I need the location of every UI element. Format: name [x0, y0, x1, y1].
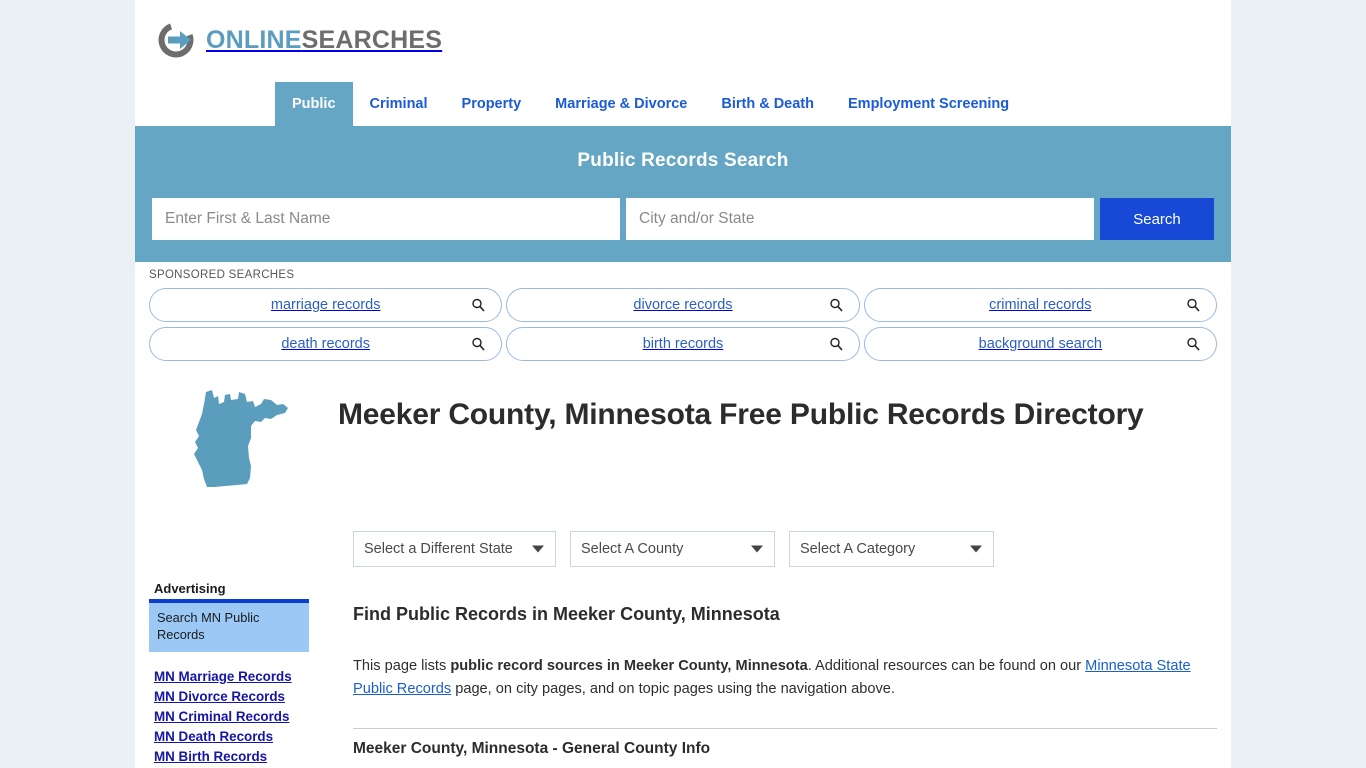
tab-public[interactable]: Public: [275, 82, 353, 126]
intro-paragraph: This page lists public record sources in…: [353, 655, 1217, 700]
logo-wordmark: ONLINESEARCHES: [206, 26, 442, 55]
sponsored-searches-label: SPONSORED SEARCHES: [149, 269, 295, 281]
intro-text-part3: page, on city pages, and on topic pages …: [451, 680, 895, 697]
city-state-search-input[interactable]: [626, 198, 1094, 240]
intro-text-part2: . Additional resources can be found on o…: [807, 658, 1086, 674]
sidebar-link-mn-criminal-records[interactable]: MN Criminal Records: [154, 709, 309, 724]
chevron-down-icon: [751, 545, 763, 553]
logo-word-searches: SEARCHES: [301, 25, 443, 54]
magnifier-icon: [829, 337, 843, 351]
banner-title: Public Records Search: [577, 150, 789, 171]
site-header: ONLINESEARCHES: [135, 0, 1231, 82]
search-form: Search: [152, 198, 1214, 240]
advertising-heading: Advertising: [154, 581, 226, 596]
intro-text-part1: This page lists: [353, 658, 451, 674]
page-root: ONLINESEARCHES Public Criminal Property …: [0, 0, 1366, 768]
sidebar-link-mn-death-records[interactable]: MN Death Records: [154, 729, 309, 744]
sidebar-links: MN Marriage Records MN Divorce Records M…: [149, 669, 309, 764]
sidebar-link-mn-marriage-records[interactable]: MN Marriage Records: [154, 669, 309, 684]
search-button[interactable]: Search: [1100, 198, 1214, 240]
category-select-label: Select A Category: [800, 541, 916, 557]
magnifier-icon: [829, 298, 843, 312]
sponsored-pill-divorce-records[interactable]: divorce records: [506, 288, 860, 322]
magnifier-icon: [472, 298, 485, 312]
ad-box[interactable]: Search MN Public Records: [149, 603, 309, 653]
sponsored-pill-background-search[interactable]: background search: [863, 327, 1217, 361]
sponsored-row-2: death records birth records background s…: [149, 327, 1217, 361]
magnifier-icon: [472, 337, 485, 351]
main-heading: Find Public Records in Meeker County, Mi…: [353, 604, 780, 624]
sponsored-pill-label: criminal records: [989, 297, 1092, 313]
state-select-label: Select a Different State: [364, 541, 513, 557]
site-container: ONLINESEARCHES Public Criminal Property …: [135, 0, 1231, 768]
sponsored-pill-label: background search: [978, 336, 1102, 352]
sidebar-link-mn-divorce-records[interactable]: MN Divorce Records: [154, 689, 309, 704]
sponsored-pill-criminal-records[interactable]: criminal records: [863, 288, 1217, 322]
sponsored-pill-label: death records: [281, 336, 370, 352]
sponsored-pill-label: birth records: [642, 336, 724, 352]
tab-property[interactable]: Property: [445, 82, 539, 126]
sidebar-link-mn-birth-records[interactable]: MN Birth Records: [154, 749, 309, 764]
tab-criminal[interactable]: Criminal: [353, 82, 445, 126]
circle-arrow-logo-icon: [154, 18, 198, 62]
general-county-info-heading: Meeker County, Minnesota - General Count…: [353, 740, 711, 758]
intro-bold-phrase: public record sources in Meeker County, …: [450, 658, 808, 674]
page-content: Meeker County, Minnesota Free Public Rec…: [135, 371, 1231, 768]
ad-box-text: Search MN Public Records: [157, 610, 260, 642]
county-select-label: Select A County: [581, 541, 684, 557]
page-title-block: Meeker County, Minnesota Free Public Rec…: [149, 379, 1217, 503]
tab-marriage-divorce[interactable]: Marriage & Divorce: [538, 82, 704, 126]
chevron-down-icon: [532, 545, 544, 553]
sponsored-searches: SPONSORED SEARCHES marriage records divo…: [135, 262, 1231, 371]
sponsored-row-1: marriage records divorce records crimina…: [149, 288, 1217, 322]
magnifier-icon: [1187, 337, 1200, 351]
section-divider: [353, 728, 1217, 730]
tab-employment-screening[interactable]: Employment Screening: [831, 82, 1026, 126]
site-logo[interactable]: ONLINESEARCHES: [154, 18, 442, 62]
tab-birth-death[interactable]: Birth & Death: [704, 82, 831, 126]
logo-word-online: ONLINE: [206, 25, 302, 54]
sponsored-pill-label: marriage records: [270, 297, 381, 313]
sponsored-pill-death-records[interactable]: death records: [149, 327, 503, 361]
main-navigation: Public Criminal Property Marriage & Divo…: [135, 82, 1231, 126]
county-select[interactable]: Select A County: [570, 531, 775, 567]
category-select[interactable]: Select A Category: [789, 531, 994, 567]
magnifier-icon: [1187, 298, 1200, 312]
name-search-input[interactable]: [152, 198, 620, 240]
sponsored-pill-label: divorce records: [633, 297, 733, 313]
state-select[interactable]: Select a Different State: [353, 531, 556, 567]
sponsored-pill-birth-records[interactable]: birth records: [506, 327, 860, 361]
sponsored-pill-marriage-records[interactable]: marriage records: [149, 288, 503, 322]
public-records-search-banner: Public Records Search Search: [135, 126, 1231, 262]
chevron-down-icon: [970, 545, 982, 553]
minnesota-state-map-icon: [149, 379, 300, 503]
page-title: Meeker County, Minnesota Free Public Rec…: [338, 398, 1144, 431]
